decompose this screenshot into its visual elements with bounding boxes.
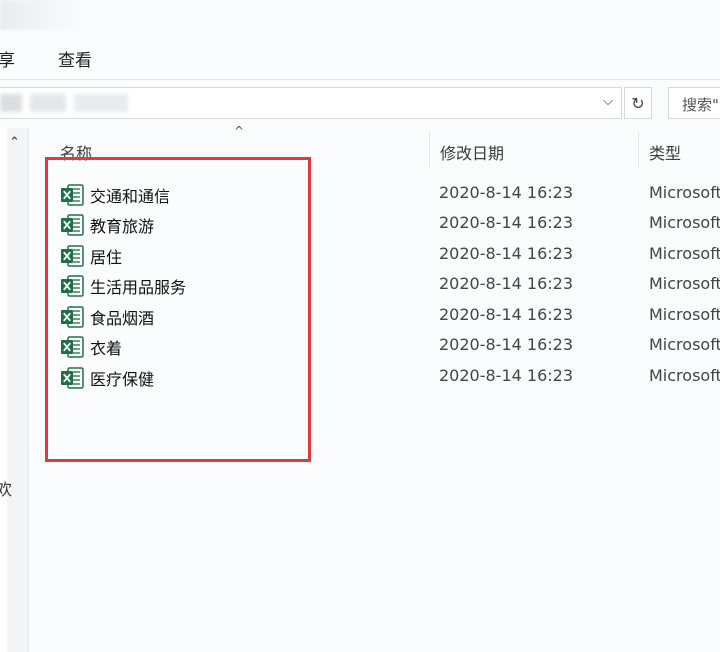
scroll-up-icon[interactable]: ⌃ [9,135,20,150]
nav-scrollbar[interactable] [7,128,29,652]
address-path-blurred [74,94,128,112]
nav-item-label[interactable]: 欢 [0,476,12,500]
tab-view[interactable]: 查看 [58,46,92,71]
file-modified-date: 2020-8-14 16:23 [439,305,573,324]
column-separator[interactable] [638,131,639,167]
file-modified-date: 2020-8-14 16:23 [439,366,573,385]
file-type: Microsoft [649,274,720,293]
file-type: Microsoft [649,183,720,202]
file-modified-date: 2020-8-14 16:23 [439,335,573,354]
tab-share[interactable]: 享 [0,46,15,71]
refresh-button[interactable]: ↻ [624,87,652,119]
chevron-down-icon[interactable]: ⌵ [603,94,613,109]
file-type: Microsoft [649,305,720,324]
file-type: Microsoft [649,213,720,232]
sort-ascending-icon: ^ [234,124,245,138]
column-separator[interactable] [429,131,430,167]
address-bar[interactable]: ⌵ [0,87,622,119]
file-modified-date: 2020-8-14 16:23 [439,213,573,232]
file-type: Microsoft [649,244,720,263]
file-modified-date: 2020-8-14 16:23 [439,274,573,293]
file-modified-date: 2020-8-14 16:23 [439,244,573,263]
column-header-type[interactable]: 类型 [649,140,681,164]
refresh-icon: ↻ [631,93,645,113]
window-title-blurred [0,0,90,30]
search-input[interactable]: 搜索" [668,87,720,119]
column-header-date[interactable]: 修改日期 [440,140,504,164]
highlight-box [45,157,311,462]
file-type: Microsoft [649,366,720,385]
file-type: Microsoft [649,335,720,354]
ribbon-divider [0,79,720,80]
address-path-blurred [30,94,66,112]
address-path-blurred [0,94,22,112]
file-modified-date: 2020-8-14 16:23 [439,183,573,202]
